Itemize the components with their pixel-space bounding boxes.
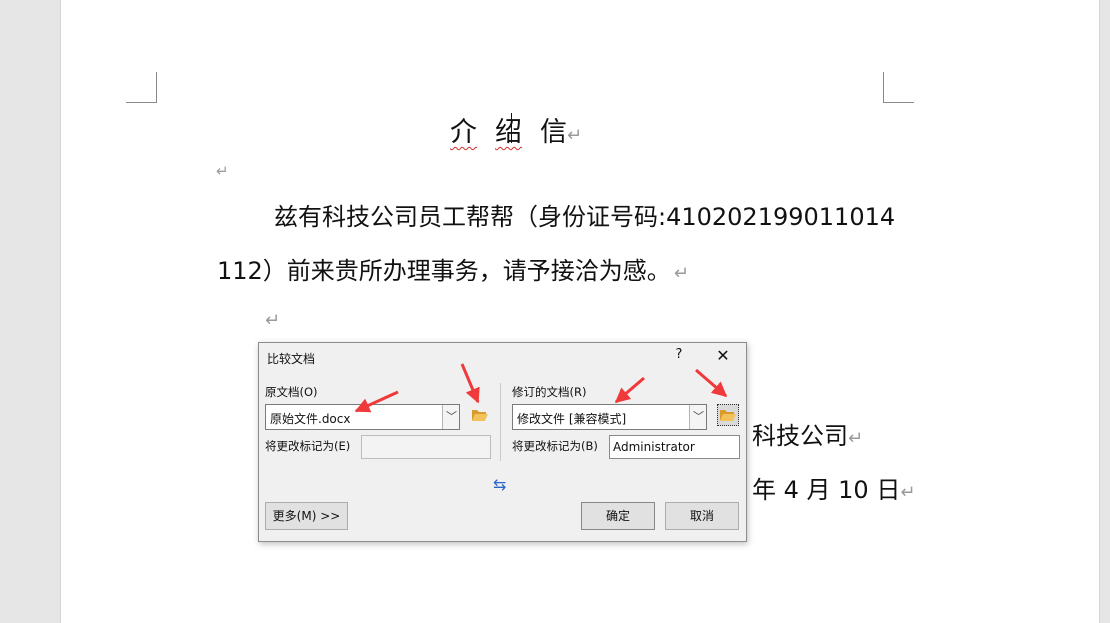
original-document-dropdown[interactable]: ﹀: [442, 405, 459, 429]
revised-mark-field[interactable]: Administrator: [609, 435, 740, 459]
dialog-divider: [500, 383, 501, 461]
body-text-2: 112）前来贵所办理事务，请予接洽为感。: [217, 257, 671, 285]
paragraph-mark: ↵: [848, 428, 864, 449]
revised-document-value: 修改文件 [兼容模式]: [517, 412, 627, 426]
cancel-button[interactable]: 取消: [665, 502, 739, 530]
original-mark-field[interactable]: [361, 435, 491, 459]
margin-corner-top-right: [883, 72, 914, 103]
margin-corner-top-left: [126, 72, 157, 103]
original-document-label: 原文档(O): [265, 385, 318, 399]
paragraph-mark: ↵: [567, 125, 583, 146]
signature-company-line[interactable]: 科技公司↵: [752, 416, 863, 451]
close-icon[interactable]: ✕: [713, 346, 733, 366]
folder-open-icon: [720, 410, 736, 421]
body-text-1: 兹有科技公司员工帮帮（身份证号码:410202199011014: [274, 203, 896, 231]
body-text-line-2[interactable]: 112）前来贵所办理事务，请予接洽为感。 ↵: [217, 251, 689, 286]
original-document-combo[interactable]: 原始文件.docx ﹀: [265, 404, 460, 430]
ok-button[interactable]: 确定: [581, 502, 655, 530]
document-title[interactable]: 介绍信↵: [450, 110, 582, 149]
signature-date-line[interactable]: 年 4 月 10 日↵: [752, 470, 915, 505]
title-char-1: 介: [450, 117, 477, 148]
title-char-2: 绍: [495, 117, 522, 148]
swap-documents-icon[interactable]: ⇆: [493, 475, 506, 494]
compare-documents-dialog: 比较文档 ? ✕ 原文档(O) 原始文件.docx ﹀ 将更改标记为(E) 修订…: [258, 342, 747, 542]
title-char-3: 信: [540, 117, 567, 148]
revised-mark-value: Administrator: [613, 440, 695, 454]
revised-document-label: 修订的文档(R): [512, 385, 587, 399]
body-text-line-1[interactable]: 兹有科技公司员工帮帮（身份证号码:410202199011014: [274, 197, 895, 232]
date-text: 年 4 月 10 日: [752, 476, 901, 504]
text-cursor: [511, 113, 512, 143]
chevron-down-icon: ﹀: [446, 410, 457, 423]
revised-document-combo[interactable]: 修改文件 [兼容模式] ﹀: [512, 404, 707, 430]
paragraph-mark: ↵: [673, 263, 689, 284]
company-text: 科技公司: [752, 422, 848, 450]
browse-revised-button[interactable]: [717, 404, 739, 426]
revised-document-dropdown[interactable]: ﹀: [689, 405, 706, 429]
chevron-down-icon: ﹀: [693, 410, 704, 423]
more-button[interactable]: 更多(M) >>: [265, 502, 348, 530]
paragraph-mark: ↵: [216, 162, 229, 180]
paragraph-mark: ↵: [900, 482, 916, 503]
original-document-value: 原始文件.docx: [270, 412, 351, 426]
revised-mark-label: 将更改标记为(B): [512, 439, 598, 453]
browse-original-button[interactable]: [470, 405, 490, 425]
help-button[interactable]: ?: [671, 347, 687, 365]
dialog-title: 比较文档: [267, 352, 316, 366]
original-mark-label: 将更改标记为(E): [265, 439, 351, 453]
paragraph-mark: ↵: [265, 310, 281, 331]
folder-open-icon: [472, 410, 488, 421]
